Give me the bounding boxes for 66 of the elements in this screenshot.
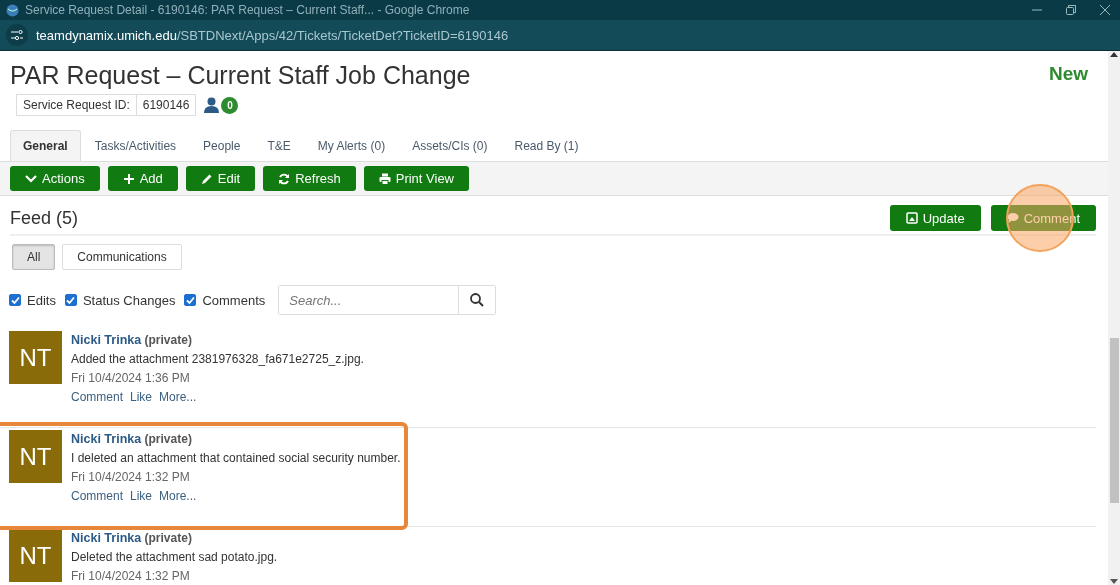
tab[interactable]: Tasks/Activities: [81, 130, 190, 161]
feed-link[interactable]: More...: [159, 390, 197, 404]
tab[interactable]: T&E: [254, 130, 304, 161]
filter-button[interactable]: All: [12, 244, 56, 270]
toolbar-button[interactable]: Actions: [10, 166, 100, 191]
plus-icon: [122, 172, 135, 185]
feed-link[interactable]: More...: [159, 489, 197, 503]
chevron-down-icon: [25, 172, 37, 185]
timestamp: Fri 10/4/2024 1:32 PM: [71, 470, 191, 484]
id-value: 6190146: [136, 94, 197, 116]
author-link[interactable]: Nicki Trinka: [71, 531, 142, 545]
avatar: NT: [9, 430, 62, 483]
filter-button[interactable]: Communications: [62, 244, 182, 270]
scroll-down-icon[interactable]: [1110, 579, 1118, 585]
checkbox[interactable]: [64, 294, 77, 306]
tab[interactable]: People: [190, 130, 254, 161]
ticket-title: PAR Request – Current Staff Job Change: [10, 61, 471, 90]
feed-text: Deleted the attachment sad potato.jpg.: [71, 550, 278, 564]
feed-link[interactable]: Comment: [71, 489, 123, 503]
checkbox[interactable]: [184, 294, 197, 306]
restore-icon[interactable]: [1066, 5, 1076, 15]
search-field[interactable]: Search...: [278, 285, 497, 315]
avatar: NT: [9, 331, 62, 384]
visibility-label: (private): [144, 432, 192, 446]
author-link[interactable]: Nicki Trinka: [71, 432, 142, 446]
speech-bubble-icon: [1006, 212, 1019, 224]
tab[interactable]: Assets/CIs (0): [399, 130, 501, 161]
tab[interactable]: General: [10, 130, 81, 161]
avatar: NT: [9, 529, 62, 582]
visibility-label: (private): [144, 531, 192, 545]
person-icon[interactable]: [204, 97, 220, 113]
scroll-thumb[interactable]: [1110, 338, 1119, 503]
feed-link[interactable]: Like: [130, 390, 153, 404]
browser-logo-icon: [6, 3, 19, 17]
site-settings-icon[interactable]: [6, 24, 28, 46]
toolbar-button[interactable]: Refresh: [263, 166, 356, 191]
feed-link[interactable]: Like: [130, 489, 153, 503]
tab[interactable]: My Alerts (0): [304, 130, 399, 161]
count-badge: 0: [221, 96, 239, 114]
checkbox[interactable]: [9, 294, 21, 306]
author-link[interactable]: Nicki Trinka: [71, 333, 142, 347]
id-label: Service Request ID:: [16, 94, 137, 116]
checkbox-label: Status Changes: [82, 292, 176, 308]
refresh-icon: [278, 172, 291, 185]
printer-icon: [378, 172, 391, 185]
toolbar-button[interactable]: Add: [107, 166, 178, 191]
window-title: Service Request Detail - 6190146: PAR Request – Current Staff... - Google Chrome: [25, 3, 471, 17]
toolbar-button[interactable]: Print View: [363, 166, 469, 191]
timestamp: Fri 10/4/2024 1:32 PM: [71, 569, 191, 583]
pencil-icon: [200, 172, 213, 185]
status-label: New: [1048, 62, 1088, 85]
feed-action-button[interactable]: Update: [889, 205, 981, 231]
feed-text: I deleted an attachment that contained social security number.: [71, 451, 401, 465]
checkbox-label: Comments: [202, 292, 266, 308]
feed-link[interactable]: Comment: [71, 390, 123, 404]
toolbar-button[interactable]: Edit: [185, 166, 256, 191]
checkbox-label: Edits: [27, 292, 56, 308]
close-icon[interactable]: [1100, 5, 1110, 15]
scrollbar[interactable]: [1108, 51, 1120, 585]
tab[interactable]: Read By (1): [501, 130, 592, 161]
timestamp: Fri 10/4/2024 1:36 PM: [71, 371, 191, 385]
search-icon: [470, 293, 485, 307]
visibility-label: (private): [144, 333, 192, 347]
feed-text: Added the attachment 2381976328_fa671e2725_z.jpg.: [71, 352, 364, 366]
image-icon: [905, 212, 918, 224]
feed-title: Feed (5): [10, 207, 79, 229]
